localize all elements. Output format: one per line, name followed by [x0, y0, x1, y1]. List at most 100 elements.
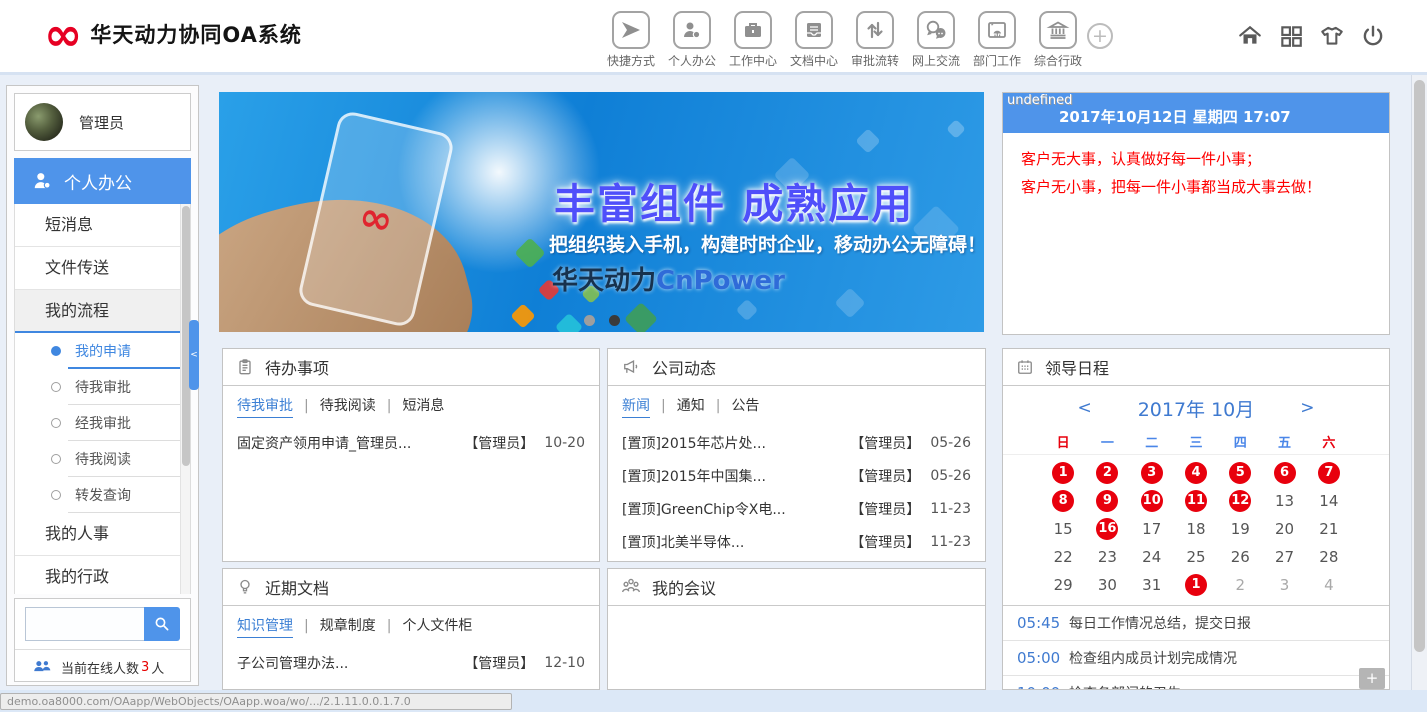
nav-item-online-chat[interactable]: 网上交流 [909, 11, 963, 69]
calendar-day[interactable]: 4 [1307, 571, 1351, 599]
calendar-day[interactable]: 26 [1218, 543, 1262, 571]
calendar-day[interactable]: 14 [1307, 487, 1351, 515]
calendar-day[interactable]: 1 [1041, 459, 1085, 487]
calendar-day[interactable]: 29 [1041, 571, 1085, 599]
nav-item-quick-access[interactable]: 快捷方式 [604, 11, 658, 69]
carousel-banner[interactable]: ∞ 丰富组件 成熟应用 把组织装入手机，构建时时企业，移动办公无障碍！ 华天动力… [219, 92, 984, 332]
calendar-day[interactable]: 30 [1085, 571, 1129, 599]
schedule-event[interactable]: 05:00 检查组内成员计划完成情况 [1003, 641, 1389, 676]
doc-item[interactable]: 子公司管理办法... 【管理员】 12-10 [223, 646, 599, 679]
calendar-next-button[interactable]: > [1300, 398, 1314, 418]
sidebar-subitem-forward-query[interactable]: 转发查询 [15, 477, 180, 513]
item-title[interactable]: 固定资产领用申请_管理员... [237, 433, 456, 453]
sidebar-subitem-approved-by-me[interactable]: 经我审批 [15, 405, 180, 441]
calendar-day[interactable]: 5 [1218, 459, 1262, 487]
sidebar-subitem-pending-my-reading[interactable]: 待我阅读 [15, 441, 180, 477]
sidebar-menu: 短消息 文件传送 我的流程 我的申请 待我审批 经我审批 待我阅读 [14, 204, 191, 594]
schedule-event[interactable]: 10:00 检查各部门的卫生 [1003, 676, 1389, 690]
page-scrollbar[interactable] [1411, 75, 1427, 690]
news-item[interactable]: [置顶]2015年中国集... 【管理员】 05-26 [608, 459, 985, 492]
sidebar-item-my-hr[interactable]: 我的人事 [15, 513, 180, 556]
panel-tab[interactable]: 公告 [731, 395, 759, 417]
panel-tab[interactable]: 个人文件柜 [402, 615, 472, 637]
panel-tab[interactable]: 短消息 [402, 395, 444, 417]
nav-item-personal-office[interactable]: 个人办公 [665, 11, 719, 69]
calendar-day[interactable]: 13 [1262, 487, 1306, 515]
schedule-event[interactable]: 05:45 每日工作情况总结，提交日报 [1003, 606, 1389, 641]
add-nav-shortcut-button[interactable]: + [1087, 23, 1113, 49]
theme-shirt-icon[interactable] [1319, 23, 1345, 49]
news-item[interactable]: [置顶]2015年芯片处... 【管理员】 05-26 [608, 426, 985, 459]
home-icon[interactable] [1237, 23, 1263, 49]
add-schedule-button[interactable]: + [1359, 668, 1385, 689]
calendar-prev-button[interactable]: < [1077, 398, 1091, 418]
sidebar-subitem-pending-my-approval[interactable]: 待我审批 [15, 369, 180, 405]
item-title[interactable]: [置顶]GreenChip令X电... [622, 499, 842, 519]
sidebar-scrollbar[interactable] [180, 204, 190, 594]
calendar-day[interactable]: 17 [1130, 515, 1174, 543]
calendar-day[interactable]: 11 [1174, 487, 1218, 515]
user-avatar[interactable] [25, 103, 63, 141]
todo-item[interactable]: 固定资产领用申请_管理员... 【管理员】 10-20 [223, 426, 599, 459]
calendar-day[interactable]: 2 [1218, 571, 1262, 599]
calendar-day[interactable]: 23 [1085, 543, 1129, 571]
online-users-status: 当前在线人数 3 人 [33, 655, 184, 679]
calendar-day[interactable]: 24 [1130, 543, 1174, 571]
calendar-day[interactable]: 4 [1174, 459, 1218, 487]
item-title[interactable]: 子公司管理办法... [237, 653, 456, 673]
calendar-day[interactable]: 19 [1218, 515, 1262, 543]
panel-tab[interactable]: 新闻 [622, 395, 650, 418]
calendar-day[interactable]: 16 [1085, 515, 1129, 543]
carousel-dot[interactable] [609, 315, 620, 326]
calendar-day[interactable]: 6 [1262, 459, 1306, 487]
panel-tab[interactable]: 待我阅读 [320, 395, 376, 417]
calendar-day[interactable]: 8 [1041, 487, 1085, 515]
nav-item-approval-flow[interactable]: 审批流转 [848, 11, 902, 69]
nav-item-document-center[interactable]: 文档中心 [787, 11, 841, 69]
calendar-day[interactable]: 27 [1262, 543, 1306, 571]
panel-tab[interactable]: 通知 [677, 395, 705, 417]
sidebar-item-file-transfer[interactable]: 文件传送 [15, 247, 180, 290]
nav-item-work-center[interactable]: 工作中心 [726, 11, 780, 69]
news-item[interactable]: [置顶]GreenChip令X电... 【管理员】 11-23 [608, 492, 985, 525]
search-button[interactable] [144, 607, 180, 641]
page-scrollbar-thumb[interactable] [1414, 80, 1425, 652]
carousel-dot[interactable] [584, 315, 595, 326]
sidebar-item-my-admin[interactable]: 我的行政 [15, 556, 180, 599]
apps-grid-icon[interactable] [1278, 23, 1304, 49]
panel-tab[interactable]: 知识管理 [237, 615, 293, 638]
calendar-day[interactable]: 25 [1174, 543, 1218, 571]
calendar-day[interactable]: 28 [1307, 543, 1351, 571]
item-title[interactable]: [置顶]2015年芯片处... [622, 433, 842, 453]
calendar-day[interactable]: 20 [1262, 515, 1306, 543]
calendar-day[interactable]: 2 [1085, 459, 1129, 487]
power-icon[interactable] [1360, 23, 1386, 49]
panel-tab[interactable]: 规章制度 [320, 615, 376, 637]
quote-line: 客户无大事，认真做好每一件小事； [1021, 145, 1371, 173]
calendar-day[interactable]: 18 [1174, 515, 1218, 543]
calendar-day[interactable]: 9 [1085, 487, 1129, 515]
search-input[interactable] [25, 607, 144, 641]
nav-item-general-admin[interactable]: 综合行政 [1031, 11, 1085, 69]
news-item[interactable]: [置顶]北美半导体... 【管理员】 11-23 [608, 525, 985, 558]
sidebar-collapse-handle[interactable]: < [189, 320, 199, 390]
sidebar-item-short-message[interactable]: 短消息 [15, 204, 180, 247]
calendar-day[interactable]: 3 [1130, 459, 1174, 487]
calendar-day[interactable]: 1 [1174, 571, 1218, 599]
doc-item[interactable]: ... 【管理员】 09-09 [223, 679, 599, 690]
calendar-day[interactable]: 10 [1130, 487, 1174, 515]
item-title[interactable]: [置顶]2015年中国集... [622, 466, 842, 486]
calendar-day[interactable]: 22 [1041, 543, 1085, 571]
calendar-day[interactable]: 3 [1262, 571, 1306, 599]
calendar-day[interactable]: 12 [1218, 487, 1262, 515]
sidebar-item-my-workflow[interactable]: 我的流程 [15, 290, 180, 333]
sidebar-subitem-my-applications[interactable]: 我的申请 [15, 333, 180, 369]
nav-item-department-work[interactable]: 部门工作 [970, 11, 1024, 69]
item-title[interactable]: [置顶]北美半导体... [622, 532, 842, 552]
calendar-day[interactable]: 21 [1307, 515, 1351, 543]
calendar-day[interactable]: 7 [1307, 459, 1351, 487]
panel-tab[interactable]: 待我审批 [237, 395, 293, 418]
calendar-day[interactable]: 15 [1041, 515, 1085, 543]
sidebar-section-personal-office[interactable]: 个人办公 [14, 158, 191, 204]
calendar-day[interactable]: 31 [1130, 571, 1174, 599]
